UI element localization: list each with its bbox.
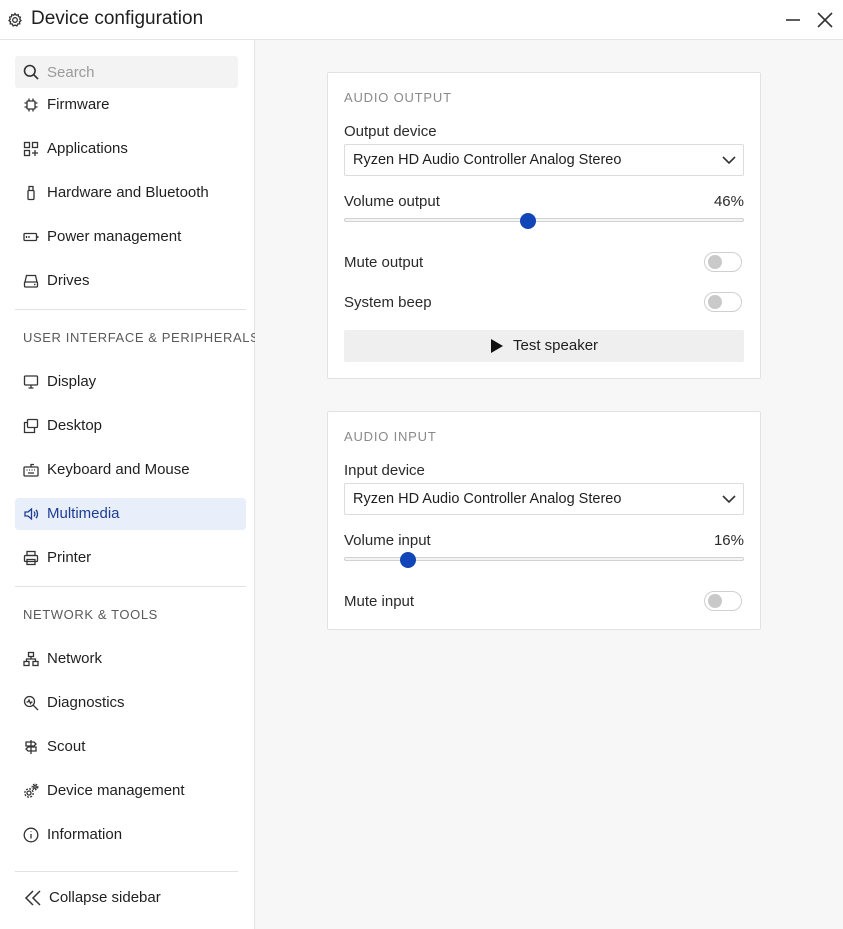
- signpost-icon: [25, 740, 37, 754]
- usb-icon: [27, 185, 35, 201]
- chevron-down-icon: [722, 495, 736, 504]
- slider-track: [344, 218, 744, 222]
- chevron-down-icon: [722, 156, 736, 165]
- play-icon: [491, 339, 503, 353]
- mute-output-toggle[interactable]: [704, 252, 742, 272]
- slider-thumb[interactable]: [400, 552, 416, 568]
- system-beep-label: System beep: [344, 294, 432, 311]
- section-header-ui: USER INTERFACE & PERIPHERALS: [23, 330, 260, 345]
- section-header-network: NETWORK & TOOLS: [23, 607, 158, 622]
- printer-icon: [23, 550, 39, 566]
- sidebar-item-display[interactable]: Display: [15, 366, 246, 398]
- input-device-value: Ryzen HD Audio Controller Analog Stereo: [353, 491, 622, 507]
- sidebar-item-applications[interactable]: Applications: [15, 133, 246, 165]
- main-content: AUDIO OUTPUT Output device Ryzen HD Audi…: [255, 40, 843, 929]
- toggle-knob: [708, 295, 722, 309]
- keyboard-icon: [23, 463, 39, 477]
- mute-output-label: Mute output: [344, 254, 424, 271]
- sidebar-divider: [15, 309, 246, 310]
- toggle-knob: [708, 594, 722, 608]
- drive-icon: [23, 274, 39, 288]
- volume-input-slider[interactable]: [344, 552, 744, 568]
- sidebar-item-label: Power management: [47, 228, 182, 245]
- sidebar-item-desktop[interactable]: Desktop: [15, 410, 246, 442]
- sidebar-item-label: Multimedia: [47, 505, 120, 522]
- sidebar-item-label: Network: [47, 650, 103, 667]
- toggle-knob: [708, 255, 722, 269]
- monitor-icon: [23, 375, 39, 389]
- search-input[interactable]: [47, 56, 232, 88]
- sidebar-item-keyboard-mouse[interactable]: Keyboard and Mouse: [15, 454, 246, 486]
- sidebar-item-information[interactable]: Information: [15, 819, 246, 851]
- test-speaker-label: Test speaker: [513, 337, 599, 354]
- search-box[interactable]: [15, 56, 238, 88]
- sidebar-item-scout[interactable]: Scout: [15, 731, 246, 763]
- audio-input-header: AUDIO INPUT: [344, 429, 437, 444]
- sidebar-item-label: Printer: [47, 549, 92, 566]
- output-device-value: Ryzen HD Audio Controller Analog Stereo: [353, 152, 622, 168]
- volume-output-value: 46%: [713, 193, 744, 210]
- test-speaker-button[interactable]: Test speaker: [344, 330, 744, 362]
- sidebar-divider: [15, 586, 246, 587]
- input-device-label: Input device: [344, 462, 425, 479]
- collapse-sidebar-button[interactable]: Collapse sidebar: [15, 882, 246, 914]
- diagnostics-icon: [23, 695, 39, 711]
- sidebar-item-label: Scout: [47, 738, 86, 755]
- sidebar: Firmware Applications Hardware and Bluet…: [0, 40, 259, 929]
- gear-icon: [8, 12, 22, 27]
- output-device-label: Output device: [344, 123, 437, 140]
- audio-output-header: AUDIO OUTPUT: [344, 90, 452, 105]
- sidebar-item-label: Information: [47, 826, 123, 843]
- sidebar-item-diagnostics[interactable]: Diagnostics: [15, 687, 246, 719]
- mute-input-toggle[interactable]: [704, 591, 742, 611]
- sidebar-item-label: Keyboard and Mouse: [47, 461, 190, 478]
- sidebar-item-printer[interactable]: Printer: [15, 542, 246, 574]
- chip-icon: [24, 98, 38, 112]
- sidebar-item-network[interactable]: Network: [15, 643, 246, 675]
- sidebar-item-label: Display: [47, 373, 97, 390]
- sidebar-item-label: Drives: [47, 272, 90, 289]
- audio-input-card: AUDIO INPUT Input device Ryzen HD Audio …: [327, 411, 761, 630]
- sidebar-item-multimedia[interactable]: Multimedia: [15, 498, 246, 530]
- sidebar-divider: [15, 871, 238, 872]
- sidebar-item-label: Device management: [47, 782, 185, 799]
- volume-input-label: Volume input: [344, 532, 431, 549]
- minimize-icon[interactable]: [783, 10, 803, 30]
- info-icon: [23, 827, 39, 843]
- volume-input-value: 16%: [713, 532, 744, 549]
- output-device-select[interactable]: Ryzen HD Audio Controller Analog Stereo: [344, 144, 744, 176]
- desktop-windows-icon: [23, 418, 39, 434]
- sidebar-item-firmware[interactable]: Firmware: [15, 89, 246, 121]
- sidebar-item-hardware-bluetooth[interactable]: Hardware and Bluetooth: [15, 177, 246, 209]
- title-bar: Device configuration: [0, 0, 843, 40]
- double-chevron-left-icon: [24, 890, 41, 906]
- network-icon: [23, 651, 39, 667]
- sidebar-item-label: Applications: [47, 140, 128, 157]
- volume-output-label: Volume output: [344, 193, 440, 210]
- sidebar-item-label: Hardware and Bluetooth: [47, 184, 209, 201]
- system-beep-toggle[interactable]: [704, 292, 742, 312]
- slider-thumb[interactable]: [520, 213, 536, 229]
- mute-input-label: Mute input: [344, 593, 415, 610]
- sidebar-item-power-management[interactable]: Power management: [15, 221, 246, 253]
- window-title: Device configuration: [31, 8, 204, 29]
- collapse-sidebar-label: Collapse sidebar: [49, 889, 161, 906]
- battery-icon: [23, 232, 39, 242]
- search-icon: [23, 64, 39, 80]
- speaker-icon: [24, 507, 39, 521]
- gears-icon: [24, 783, 39, 798]
- volume-output-slider[interactable]: [344, 213, 744, 229]
- sidebar-item-drives[interactable]: Drives: [15, 265, 246, 297]
- audio-output-card: AUDIO OUTPUT Output device Ryzen HD Audi…: [327, 72, 761, 379]
- sidebar-item-label: Diagnostics: [47, 694, 125, 711]
- apps-grid-icon: [23, 141, 39, 157]
- sidebar-item-device-management[interactable]: Device management: [15, 775, 246, 807]
- sidebar-item-label: Firmware: [47, 96, 110, 113]
- input-device-select[interactable]: Ryzen HD Audio Controller Analog Stereo: [344, 483, 744, 515]
- sidebar-item-label: Desktop: [47, 417, 103, 434]
- close-icon[interactable]: [815, 10, 835, 30]
